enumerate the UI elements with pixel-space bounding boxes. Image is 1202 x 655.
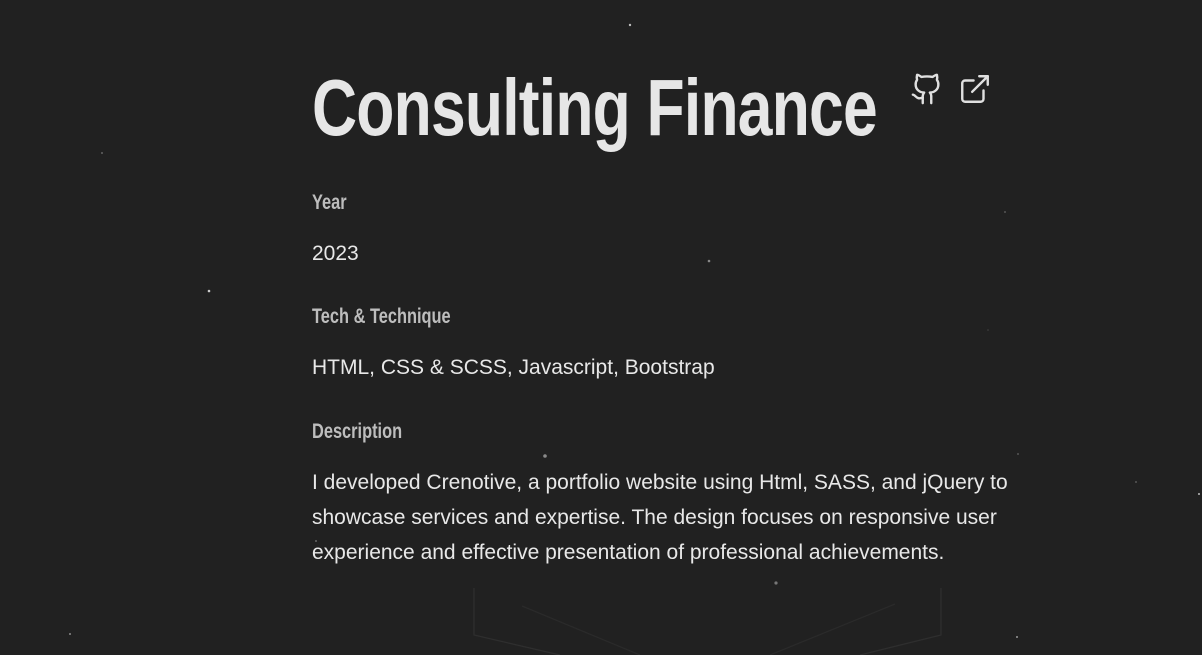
- external-link[interactable]: [958, 72, 992, 106]
- project-detail-page: Consulting Finance Year 2023 Tech & Tech…: [0, 0, 1202, 655]
- description-label: Description: [312, 420, 403, 443]
- description-value: I developed Crenotive, a portfolio websi…: [312, 471, 1008, 564]
- project-title: Consulting Finance: [312, 63, 878, 152]
- tech-section: Tech & Technique HTML, CSS & SCSS, Javas…: [312, 304, 1072, 385]
- year-section: Year 2023: [312, 190, 1072, 271]
- tech-label: Tech & Technique: [312, 305, 451, 328]
- year-label: Year: [312, 191, 347, 214]
- tech-value: HTML, CSS & SCSS, Javascript, Bootstrap: [312, 356, 715, 379]
- github-icon: [911, 73, 940, 105]
- github-link[interactable]: [910, 72, 944, 106]
- title-row: Consulting Finance: [312, 62, 1072, 154]
- project-links: [910, 72, 992, 106]
- year-value: 2023: [312, 242, 359, 265]
- description-section: Description I developed Crenotive, a por…: [312, 419, 1072, 570]
- project-content: Consulting Finance Year 2023 Tech & Tech…: [312, 62, 1072, 570]
- external-link-icon: [961, 75, 989, 103]
